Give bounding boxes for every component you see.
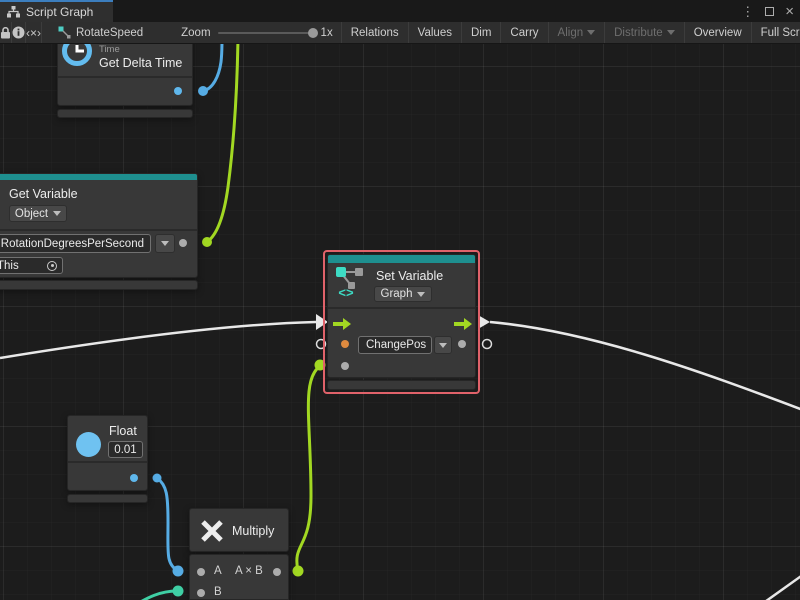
node-footer xyxy=(327,380,476,390)
chevron-down-icon xyxy=(587,30,595,35)
window-menu-icon[interactable]: ⋮ xyxy=(741,5,754,18)
wire-delta-time[interactable] xyxy=(203,44,222,91)
wire-endpoint[interactable] xyxy=(202,237,212,247)
port-label-a: A xyxy=(214,565,222,577)
chevron-down-icon xyxy=(667,30,675,35)
variable-name-dropdown[interactable] xyxy=(434,336,452,354)
zoom-slider[interactable] xyxy=(218,32,314,34)
code-view-button[interactable]: ‹×› xyxy=(26,22,42,43)
carry-button[interactable]: Carry xyxy=(501,22,548,43)
node-set-variable-selection: <> Set Variable Graph ChangePos xyxy=(323,250,480,394)
flow-out-arrow-icon[interactable] xyxy=(454,318,472,330)
target-object-field[interactable]: This xyxy=(0,257,63,274)
graph-name-label: RotateSpeed xyxy=(76,27,143,39)
chevron-down-icon xyxy=(161,241,169,246)
chevron-down-icon xyxy=(53,211,61,216)
node-title: Multiply xyxy=(232,524,274,538)
wire-multiply-to-set[interactable] xyxy=(297,366,320,571)
values-button[interactable]: Values xyxy=(409,22,462,43)
lock-icon xyxy=(0,27,11,39)
variable-scope-dropdown[interactable]: Object xyxy=(9,205,67,222)
delta-time-output-port[interactable] xyxy=(174,87,182,95)
variable-name-dropdown[interactable] xyxy=(155,234,175,253)
wire-endpoint[interactable] xyxy=(173,566,184,577)
wire-get-variable[interactable] xyxy=(207,44,238,242)
zoom-label: Zoom xyxy=(181,27,210,39)
svg-text:<>: <> xyxy=(338,285,354,298)
wire-endpoint[interactable] xyxy=(293,566,304,577)
node-float[interactable]: Float 0.01 xyxy=(67,415,148,504)
node-title: Set Variable xyxy=(376,269,443,283)
wire-flow-corner[interactable] xyxy=(762,574,800,600)
clock-icon xyxy=(61,44,95,72)
output-value-port[interactable] xyxy=(458,340,466,348)
full-screen-button[interactable]: Full Screen xyxy=(752,22,800,43)
node-footer xyxy=(67,494,148,503)
node-title: Float xyxy=(109,424,137,438)
graph-icon xyxy=(7,6,20,18)
graph-node-icon xyxy=(58,26,71,39)
window-tab-bar: Script Graph ⋮ × xyxy=(0,0,800,22)
node-get-variable[interactable]: Get Variable Object RotationDegreesPerSe… xyxy=(0,173,198,291)
tab-label: Script Graph xyxy=(26,5,93,19)
node-footer xyxy=(0,280,198,290)
input-value-port[interactable] xyxy=(341,362,349,370)
node-category: Time xyxy=(99,44,120,55)
set-variable-icon: <> xyxy=(334,266,368,298)
wire-endpoint[interactable] xyxy=(198,86,208,96)
distribute-button[interactable]: Distribute xyxy=(605,22,685,43)
node-set-variable[interactable]: <> Set Variable Graph ChangePos xyxy=(327,254,476,390)
multiply-b-port[interactable] xyxy=(197,589,205,597)
wire-endpoint[interactable] xyxy=(153,474,162,483)
tab-script-graph[interactable]: Script Graph xyxy=(0,0,113,22)
chevron-down-icon xyxy=(417,292,425,297)
node-get-delta-time[interactable]: Time Get Delta Time xyxy=(57,44,193,120)
graph-toolbar: ‹×› RotateSpeed Zoom 1x Relations Values… xyxy=(0,22,800,44)
window-close-icon[interactable]: × xyxy=(785,4,794,19)
unconnected-port-ring[interactable] xyxy=(483,340,492,349)
float-value-input[interactable]: 0.01 xyxy=(108,441,143,458)
port-label-b: B xyxy=(214,586,222,598)
node-title: Get Variable xyxy=(9,187,78,201)
window-maximize-icon[interactable] xyxy=(765,7,774,16)
code-view-icon: ‹×› xyxy=(26,26,41,40)
float-output-port[interactable] xyxy=(130,474,138,482)
wire-flow-in[interactable] xyxy=(0,322,316,358)
variable-name-field[interactable]: RotationDegreesPerSecond xyxy=(0,234,151,253)
node-multiply[interactable]: Multiply A A × B B xyxy=(189,508,289,600)
node-accent-bar xyxy=(0,174,197,180)
align-button[interactable]: Align xyxy=(549,22,606,43)
relations-button[interactable]: Relations xyxy=(342,22,409,43)
variable-name-field[interactable]: ChangePos xyxy=(358,336,432,354)
dim-button[interactable]: Dim xyxy=(462,22,501,43)
wire-into-multiply-b[interactable] xyxy=(128,591,177,600)
node-accent-bar xyxy=(328,255,475,263)
float-icon xyxy=(76,432,101,457)
object-picker-icon[interactable] xyxy=(47,261,57,271)
node-title: Get Delta Time xyxy=(99,56,182,70)
multiply-a-port[interactable] xyxy=(197,568,205,576)
flow-in-arrow-icon[interactable] xyxy=(333,318,351,330)
info-icon xyxy=(12,26,25,39)
variable-scope-dropdown[interactable]: Graph xyxy=(374,286,432,302)
multiply-result-port[interactable] xyxy=(273,568,281,576)
graph-canvas[interactable]: Time Get Delta Time Get Variable Object … xyxy=(0,44,800,600)
wire-endpoint[interactable] xyxy=(173,586,184,597)
chevron-down-icon xyxy=(439,343,447,348)
multiply-icon xyxy=(198,517,226,545)
wire-float-to-multiply[interactable] xyxy=(157,478,178,571)
lock-button[interactable] xyxy=(0,22,12,43)
variable-output-port[interactable] xyxy=(179,239,187,247)
zoom-value: 1x xyxy=(321,27,333,39)
graph-reference[interactable]: RotateSpeed xyxy=(42,22,153,43)
zoom-control: Zoom 1x xyxy=(153,22,342,43)
wire-flow-out[interactable] xyxy=(490,322,800,410)
info-button[interactable] xyxy=(12,22,26,43)
variable-ref-port[interactable] xyxy=(341,340,349,348)
port-label-result: A × B xyxy=(235,565,263,577)
overview-button[interactable]: Overview xyxy=(685,22,752,43)
node-footer xyxy=(57,109,193,118)
zoom-slider-knob[interactable] xyxy=(308,28,318,38)
